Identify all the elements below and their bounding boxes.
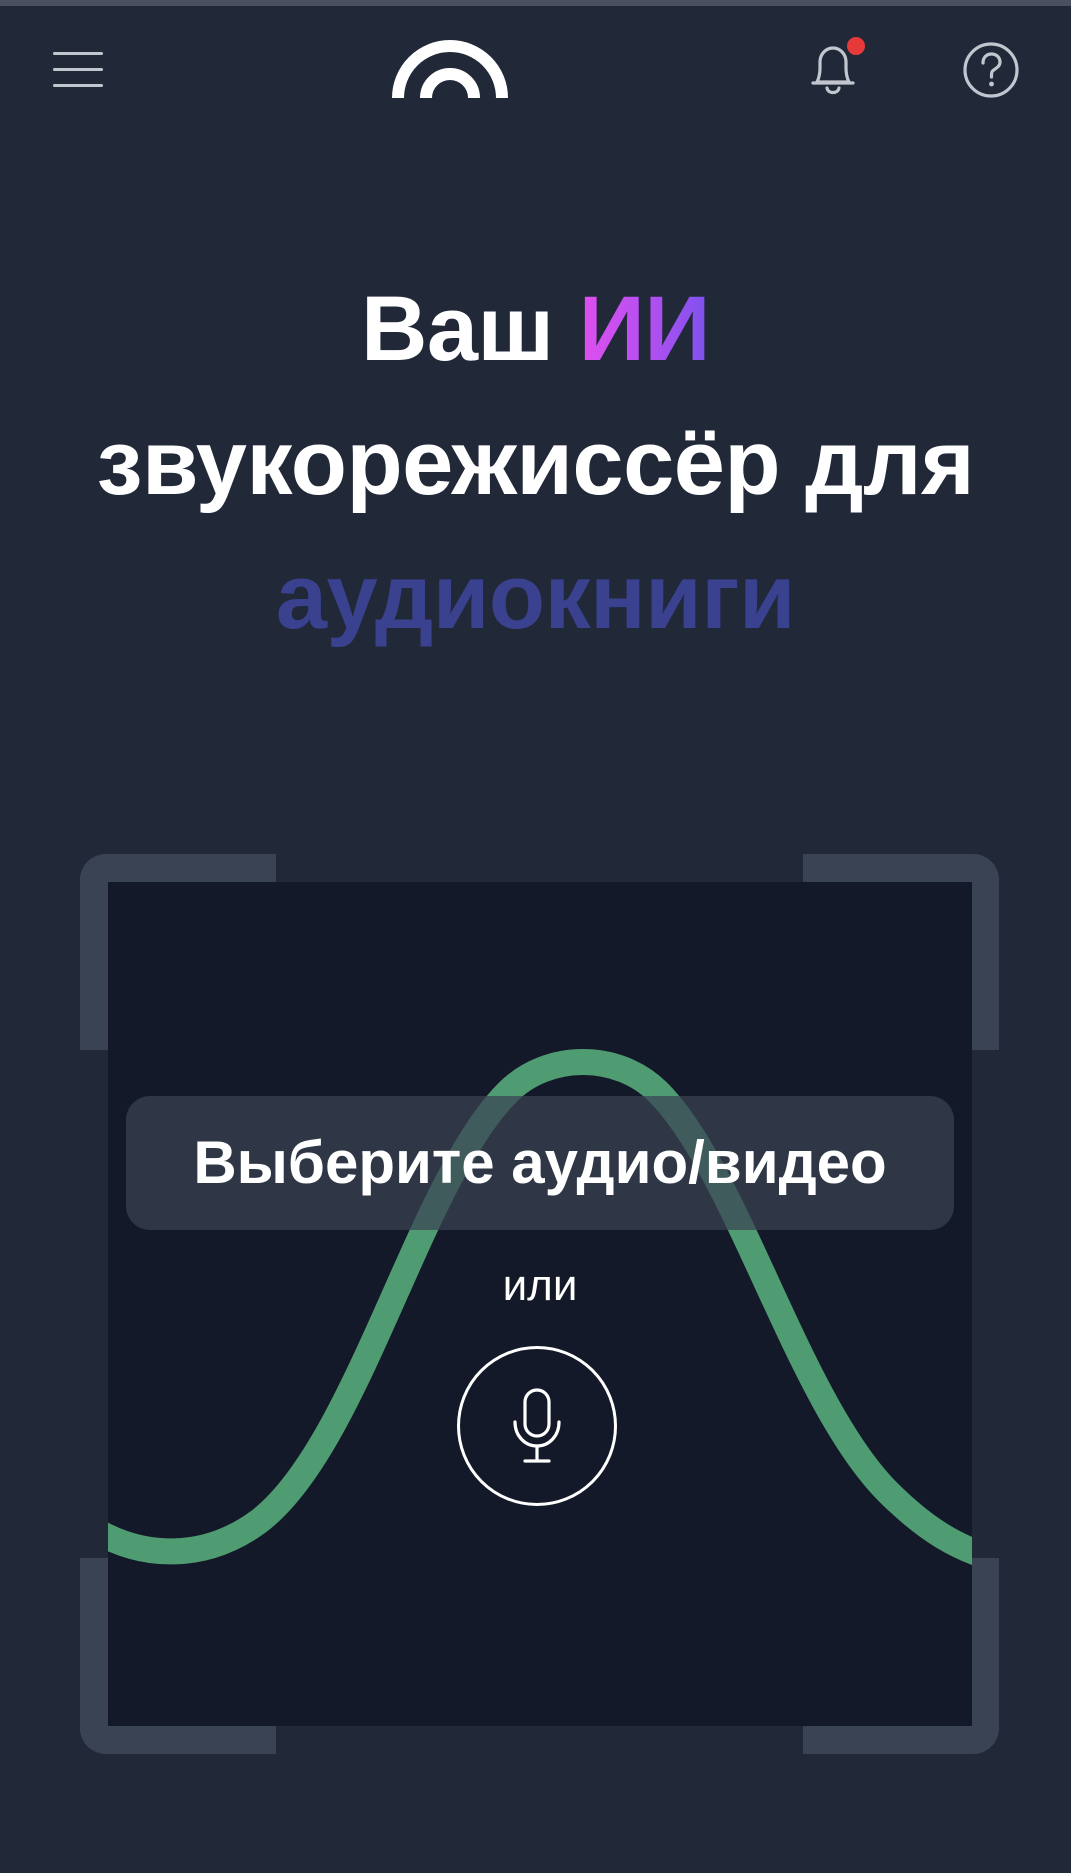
hero-prefix: Ваш: [360, 278, 554, 380]
hero-accent-word: ИИ: [578, 278, 711, 380]
or-separator: или: [502, 1261, 578, 1310]
select-audio-video-button[interactable]: Выберите аудио/видео: [126, 1096, 954, 1230]
bell-icon[interactable]: [801, 36, 865, 102]
hero-heading: Ваш ИИ звукорежиссёр для аудиокниги: [0, 262, 1071, 664]
hamburger-menu-icon[interactable]: [50, 48, 106, 92]
hero-line-1: Ваш ИИ: [0, 262, 1071, 396]
hero-line-3: аудиокниги: [275, 546, 796, 648]
question-circle-icon[interactable]: [961, 40, 1021, 100]
microphone-icon: [513, 1388, 561, 1463]
drop-area[interactable]: Выберите аудио/видео или: [108, 882, 972, 1726]
notification-badge: [847, 37, 865, 55]
arc-logo-icon[interactable]: [392, 38, 508, 100]
top-divider: [0, 0, 1071, 6]
hero-line-2: звукорежиссёр для: [96, 412, 975, 514]
record-microphone-button[interactable]: [457, 1346, 617, 1506]
